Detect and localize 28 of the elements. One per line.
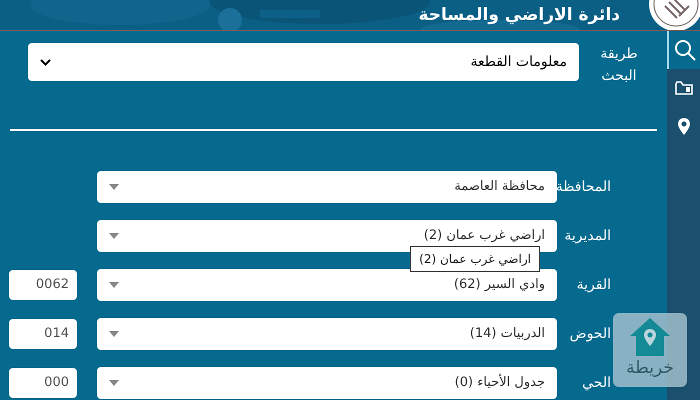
sidebar-tab[interactable] [667, 31, 700, 69]
dropdown-field[interactable]: الدربيات (14) [97, 318, 557, 350]
tooltip: اراضي غرب عمان (2) [410, 246, 540, 272]
header-title: دائرة الاراضي والمساحة [418, 6, 620, 24]
field-label: الحي [582, 374, 611, 392]
field-label: الحوض [570, 324, 611, 344]
field-label: القرية [576, 276, 611, 294]
code-field[interactable]: 0062 [9, 270, 77, 300]
caret-icon [109, 282, 119, 288]
field-label: طريقة البحث [599, 45, 639, 86]
map-pin-icon [676, 116, 690, 136]
search-icon [674, 39, 696, 61]
caret-icon [109, 380, 119, 386]
dropdown-field[interactable]: جدول الأحياء (0) [97, 367, 557, 399]
field-label: المحافظة [556, 178, 611, 196]
chevron-icon [40, 58, 51, 66]
code-field[interactable]: 000 [9, 368, 77, 398]
field-label: المديرية [564, 226, 611, 246]
dropdown-field[interactable]: وادي السير (62) [97, 269, 557, 301]
caret-icon [109, 233, 119, 239]
folder-icon [674, 80, 692, 96]
caret-icon [109, 331, 119, 337]
caret-icon [109, 184, 119, 190]
dropdown-field[interactable]: محافظة العاصمة [97, 171, 557, 203]
search-method-select[interactable]: معلومات القطعة [28, 43, 579, 81]
dropdown-field[interactable]: اراضي غرب عمان (2) [97, 220, 557, 252]
house-pin-icon [629, 317, 671, 357]
code-field[interactable]: 014 [9, 319, 77, 349]
